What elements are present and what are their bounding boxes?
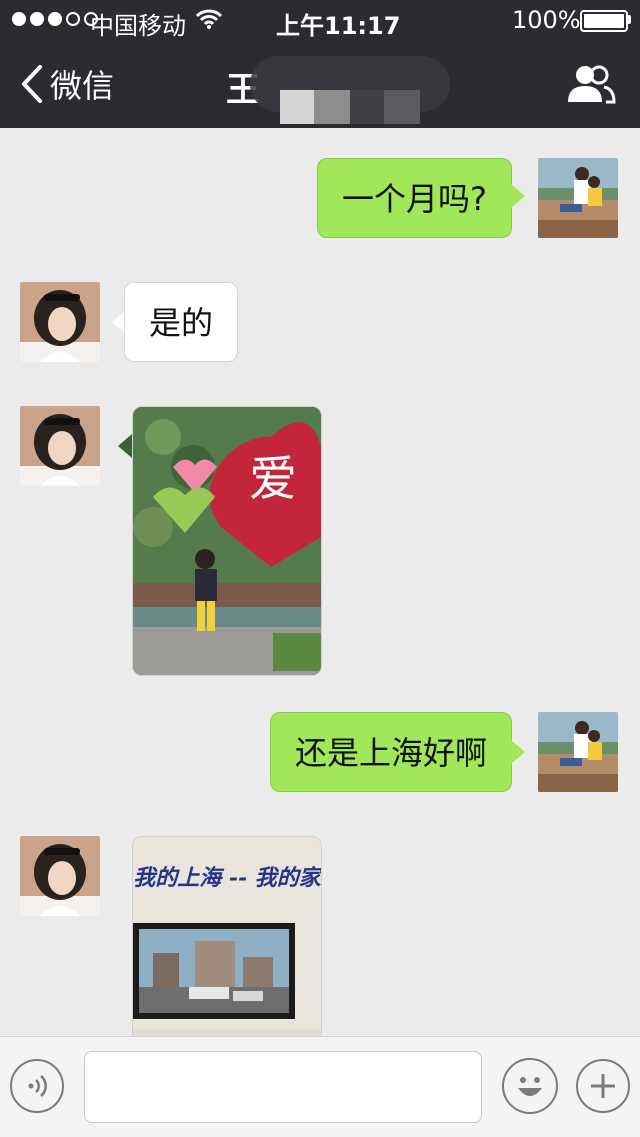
avatar-me[interactable] — [538, 712, 618, 792]
clock: 上午11:17 — [276, 12, 401, 40]
message-row: 一个月吗? — [0, 158, 640, 238]
plus-icon — [591, 1074, 615, 1098]
nav-bar: 微信 王 — [0, 40, 640, 128]
plus-button[interactable] — [576, 1059, 630, 1113]
emoji-button[interactable] — [502, 1058, 558, 1114]
back-label: 微信 — [50, 67, 115, 105]
voice-button[interactable] — [10, 1059, 64, 1113]
wifi-icon — [195, 8, 223, 36]
message-image[interactable]: 爱 — [132, 406, 322, 676]
people-icon[interactable] — [566, 64, 616, 104]
carrier-name: 中国移动 — [90, 12, 186, 40]
avatar-contact[interactable] — [20, 282, 100, 362]
bubble-tail — [118, 434, 132, 458]
battery-percent: 100% — [512, 6, 581, 34]
message-row: 还是上海好啊 — [0, 712, 640, 792]
avatar-me[interactable] — [538, 158, 618, 238]
message-bubble-theirs[interactable]: 是的 — [124, 282, 239, 362]
status-bar: 中国移动 上午11:17 100% — [0, 0, 640, 40]
bubble-tail — [511, 740, 525, 764]
avatar-contact[interactable] — [20, 836, 100, 916]
input-bar — [0, 1036, 640, 1137]
image-caption: 爱 — [249, 451, 297, 507]
emoji-icon — [518, 1077, 542, 1096]
chat-area[interactable]: 一个月吗? 是的 爱 还是上海好啊 我的上海 -- 我的家 — [0, 128, 640, 1036]
message-image[interactable]: 我的上海 -- 我的家 — [132, 836, 322, 1036]
redaction-mosaic-1 — [280, 90, 314, 124]
image-caption: 我的上海 -- 我的家 — [133, 865, 321, 891]
voice-icon — [28, 1075, 47, 1097]
message-input[interactable] — [84, 1051, 482, 1123]
message-row: 我的上海 -- 我的家 — [0, 836, 640, 1036]
message-row: 爱 — [0, 406, 640, 676]
message-row: 是的 — [0, 282, 640, 362]
bubble-tail — [511, 184, 525, 208]
battery-tip — [628, 15, 631, 24]
message-bubble-mine[interactable]: 还是上海好啊 — [269, 712, 512, 792]
redaction-mosaic-4 — [384, 90, 420, 124]
redaction-mosaic-2 — [314, 90, 350, 124]
avatar-contact[interactable] — [20, 406, 100, 486]
redaction-mosaic-3 — [350, 90, 384, 124]
back-button[interactable]: 微信 — [18, 60, 114, 108]
top-bar: 中国移动 上午11:17 100% 微信 王 — [0, 0, 640, 128]
battery-icon — [580, 10, 628, 32]
chevron-left-icon — [22, 65, 42, 103]
message-bubble-mine[interactable]: 一个月吗? — [317, 158, 512, 238]
signal-strength-icon — [12, 12, 98, 26]
